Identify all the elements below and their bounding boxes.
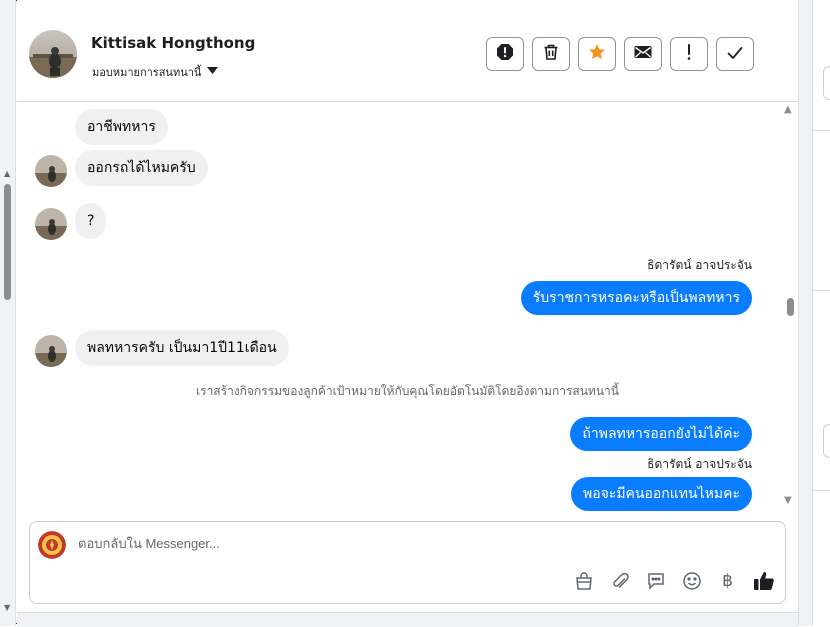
message-thread[interactable]: ▲ ▼ อาชีพทหาร ออกรถได้ไหมครับ ? ธิดารัตน… <box>17 102 798 512</box>
check-icon <box>727 45 743 64</box>
contact-avatar[interactable] <box>29 30 77 78</box>
incoming-message: อาชีพทหาร <box>75 109 168 145</box>
sender-name: ธิดารัตน์ อาจประจัน <box>647 457 752 471</box>
baht-icon[interactable]: ฿ <box>716 569 739 592</box>
thread-scroll-thumb[interactable] <box>787 298 794 316</box>
incoming-message: พลทหารครับ เป็นมา1ปี11เดือน <box>75 330 289 366</box>
bottom-bar <box>17 612 798 627</box>
delete-button[interactable] <box>532 37 570 71</box>
panel-field[interactable] <box>823 424 830 458</box>
composer-tools: ฿ <box>572 569 775 592</box>
conversation-toolbar <box>486 37 754 71</box>
conversation-header: Kittisak Hongthong มอบหมายการสนทนานี้ <box>17 0 798 102</box>
divider <box>813 290 830 291</box>
envelope-icon <box>634 44 652 64</box>
caret-down-icon <box>207 66 219 78</box>
panel-field[interactable] <box>823 66 830 100</box>
reply-input[interactable] <box>78 536 758 551</box>
divider <box>813 490 830 491</box>
sender-avatar <box>35 155 67 187</box>
assign-label: มอบหมายการสนทนานี้ <box>92 66 202 79</box>
shopping-bag-icon[interactable] <box>572 569 595 592</box>
star-button[interactable] <box>578 37 616 71</box>
thumbs-up-icon[interactable] <box>752 569 775 592</box>
mark-unread-button[interactable] <box>624 37 662 71</box>
scroll-down-arrow-icon[interactable]: ▼ <box>4 604 10 612</box>
assign-conversation-dropdown[interactable]: มอบหมายการสนทนานี้ <box>92 63 219 81</box>
outgoing-message: พอจะมีคนออกแทนไหมคะ <box>570 477 752 511</box>
scroll-thumb[interactable] <box>4 184 11 300</box>
exclamation-icon <box>686 43 692 65</box>
sender-avatar <box>35 208 67 240</box>
outgoing-message: ถ้าพลทหารออกยังไม่ได้ค่ะ <box>570 417 752 451</box>
star-icon <box>588 43 606 65</box>
emoji-icon[interactable] <box>680 569 703 592</box>
details-panel-peek <box>812 0 830 626</box>
follow-up-button[interactable] <box>670 37 708 71</box>
sender-avatar <box>35 335 67 367</box>
trash-icon <box>542 43 560 65</box>
mark-done-button[interactable] <box>716 37 754 71</box>
divider <box>813 130 830 131</box>
exclamation-octagon-icon <box>496 43 514 65</box>
sender-name: ธิดารัตน์ อาจประจัน <box>647 258 752 272</box>
incoming-message: ออกรถได้ไหมครับ <box>75 150 208 186</box>
saved-reply-icon[interactable] <box>644 569 667 592</box>
scroll-up-arrow-icon[interactable]: ▲ <box>784 104 792 115</box>
spam-button[interactable] <box>486 37 524 71</box>
outgoing-message: รับราชการหรอคะหรือเป็นพลทหาร <box>520 281 752 315</box>
left-scrollbar[interactable]: ▲ ▼ <box>0 0 16 626</box>
paperclip-icon[interactable] <box>608 569 631 592</box>
scroll-up-arrow-icon[interactable]: ▲ <box>4 170 10 178</box>
page-avatar <box>38 531 66 559</box>
incoming-message: ? <box>75 203 107 239</box>
system-notice: เราสร้างกิจกรรมของลูกค้าเป้าหมายให้กับคุ… <box>196 384 619 398</box>
reply-composer: ฿ <box>29 521 786 604</box>
contact-name[interactable]: Kittisak Hongthong <box>91 34 255 52</box>
scroll-down-arrow-icon[interactable]: ▼ <box>784 495 792 506</box>
